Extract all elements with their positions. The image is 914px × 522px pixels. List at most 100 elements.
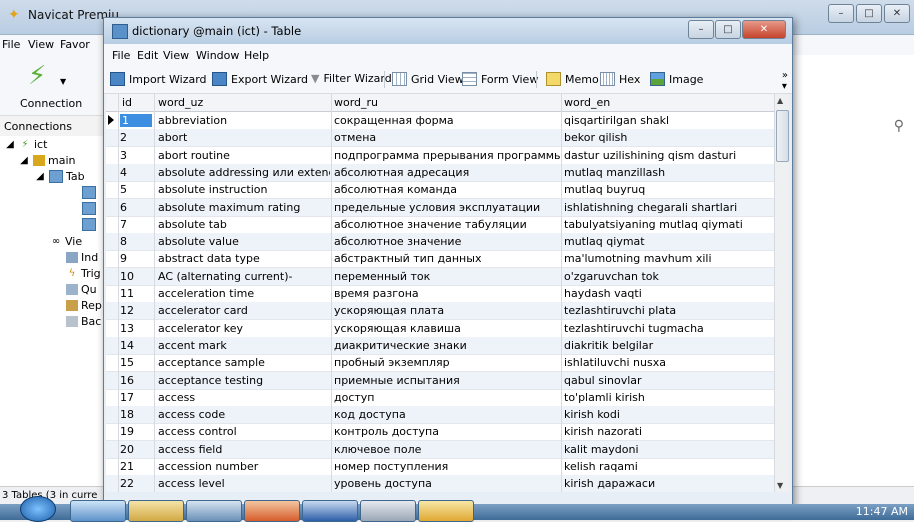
cell-id[interactable]: 21: [120, 460, 150, 473]
cell-word-en[interactable]: mutlaq buyruq: [564, 183, 764, 196]
paint-taskbar-icon[interactable]: [360, 500, 416, 522]
cell-word-en[interactable]: haydash vaqti: [564, 287, 764, 300]
column-header-word-en[interactable]: word_en: [564, 96, 610, 109]
table-row[interactable]: 1 abbreviation сокращенная форма qisqartiri…: [106, 112, 774, 130]
cell-id[interactable]: 12: [120, 304, 150, 317]
close-button[interactable]: ✕: [742, 20, 786, 39]
hex-button[interactable]: Hex: [600, 72, 640, 86]
tree-item-indexes[interactable]: Ind: [66, 251, 98, 264]
tree-item-tables[interactable]: ◢ Tab: [34, 170, 85, 183]
table-row[interactable]: 13 accelerator key ускоряющая клавиша tezla…: [106, 320, 774, 338]
cell-id[interactable]: 18: [120, 408, 150, 421]
table-row[interactable]: 6 absolute maximum rating предельные услов…: [106, 198, 774, 217]
cell-word-uz[interactable]: absolute addressing или extended a: [158, 166, 330, 179]
cell-word-uz[interactable]: absolute maximum rating: [158, 201, 330, 214]
tree-item-table[interactable]: [82, 186, 96, 199]
connection-button-label[interactable]: Connection: [20, 97, 82, 110]
table-row[interactable]: 15 acceptance sample пробный экземпляр ishl…: [106, 354, 774, 373]
filter-wizard-button[interactable]: ▼ Filter Wizard: [311, 72, 392, 85]
cell-id[interactable]: 13: [120, 322, 150, 335]
cell-word-ru[interactable]: переменный ток: [334, 270, 560, 283]
cell-id[interactable]: 3: [120, 149, 150, 162]
cell-word-uz[interactable]: access: [158, 391, 330, 404]
cell-word-ru[interactable]: ключевое поле: [334, 443, 560, 456]
cell-id[interactable]: 11: [120, 287, 150, 300]
tree-item-table[interactable]: [82, 202, 96, 215]
menu-favorites[interactable]: Favor: [60, 38, 90, 51]
cell-word-uz[interactable]: access field: [158, 443, 330, 456]
menu-window[interactable]: Window: [196, 49, 239, 62]
cell-word-en[interactable]: diakritik belgilar: [564, 339, 764, 352]
minimize-button[interactable]: –: [828, 4, 854, 23]
table-titlebar[interactable]: dictionary @main (ict) - Table – □ ✕: [104, 18, 792, 44]
cell-word-uz[interactable]: abort: [158, 131, 330, 144]
table-row[interactable]: 11 acceleration time время разгона haydash …: [106, 285, 774, 303]
cell-word-ru[interactable]: ускоряющая плата: [334, 304, 560, 317]
search-icon[interactable]: ⚲: [894, 118, 904, 134]
ie-taskbar-icon[interactable]: [70, 500, 126, 522]
cell-id[interactable]: 1: [120, 114, 152, 127]
cell-word-ru[interactable]: номер поступления: [334, 460, 560, 473]
table-row[interactable]: 4 absolute addressing или extended a абсол…: [106, 163, 774, 182]
table-row[interactable]: 2 abort отмена bekor qilish: [106, 129, 774, 148]
cell-word-uz[interactable]: AC (alternating current)-: [158, 270, 330, 283]
cell-id[interactable]: 2: [120, 131, 150, 144]
cell-id[interactable]: 14: [120, 339, 150, 352]
taskbar-clock[interactable]: 11:47 AM: [856, 505, 908, 518]
table-row[interactable]: 18 access code код доступа kirish kodi: [106, 406, 774, 425]
connection-icon[interactable]: ⚡: [28, 61, 58, 91]
form-view-button[interactable]: Form View: [462, 72, 538, 86]
cell-id[interactable]: 19: [120, 425, 150, 438]
cell-word-en[interactable]: kalit maydoni: [564, 443, 764, 456]
chrome-taskbar-icon[interactable]: [244, 500, 300, 522]
menu-view[interactable]: View: [28, 38, 54, 51]
cell-id[interactable]: 4: [120, 166, 150, 179]
cell-word-en[interactable]: kirish kodi: [564, 408, 764, 421]
cell-word-uz[interactable]: absolute tab: [158, 218, 330, 231]
cell-word-ru[interactable]: диакритические знаки: [334, 339, 560, 352]
column-header-word-ru[interactable]: word_ru: [334, 96, 378, 109]
cell-id[interactable]: 7: [120, 218, 150, 231]
chevron-down-icon[interactable]: ▼: [60, 77, 66, 86]
cell-word-ru[interactable]: отмена: [334, 131, 560, 144]
cell-word-ru[interactable]: абсолютное значение табуляции: [334, 218, 560, 231]
expand-arrow-icon[interactable]: ◢: [18, 155, 30, 166]
tree-item-ict[interactable]: ◢ ⚡ ict: [4, 138, 47, 151]
table-row[interactable]: 17 access доступ to'plamli kirish: [106, 389, 774, 407]
cell-id[interactable]: 17: [120, 391, 150, 404]
cell-word-ru[interactable]: абсолютная команда: [334, 183, 560, 196]
cell-word-ru[interactable]: пробный экземпляр: [334, 356, 560, 369]
cell-word-uz[interactable]: abstract data type: [158, 252, 330, 265]
tree-item-backups[interactable]: Bac: [66, 315, 101, 328]
expand-arrow-icon[interactable]: ◢: [34, 171, 46, 182]
cell-word-en[interactable]: kelish raqami: [564, 460, 764, 473]
table-row[interactable]: 22 access level уровень доступа kirish дара…: [106, 475, 774, 492]
table-row[interactable]: 21 accession number номер поступления kelis…: [106, 458, 774, 476]
tree-item-reports[interactable]: Rep: [66, 299, 102, 312]
tree-item-queries[interactable]: Qu: [66, 283, 97, 296]
cell-word-en[interactable]: tezlashtiruvchi plata: [564, 304, 764, 317]
navicat-taskbar-icon[interactable]: [418, 500, 474, 522]
cell-word-en[interactable]: ishlatishning chegarali shartlari: [564, 201, 764, 214]
table-row[interactable]: 10 AC (alternating current)- переменный то…: [106, 267, 774, 286]
cell-word-uz[interactable]: accession number: [158, 460, 330, 473]
expand-arrow-icon[interactable]: ◢: [4, 139, 16, 150]
data-grid[interactable]: id word_uz word_ru word_en 1 abbreviation…: [106, 94, 774, 492]
cell-id[interactable]: 5: [120, 183, 150, 196]
cell-word-uz[interactable]: abbreviation: [158, 114, 330, 127]
cell-word-ru[interactable]: абстрактный тип данных: [334, 252, 560, 265]
table-row[interactable]: 3 abort routine подпрограмма прерывания пр…: [106, 147, 774, 165]
cell-word-ru[interactable]: уровень доступа: [334, 477, 560, 490]
cell-word-en[interactable]: bekor qilish: [564, 131, 764, 144]
close-button[interactable]: ✕: [884, 4, 910, 23]
cell-word-en[interactable]: kirish даражаси: [564, 477, 764, 490]
cell-id[interactable]: 10: [120, 270, 150, 283]
cell-word-en[interactable]: kirish nazorati: [564, 425, 764, 438]
cell-id[interactable]: 9: [120, 252, 150, 265]
cell-word-en[interactable]: to'plamli kirish: [564, 391, 764, 404]
vertical-scrollbar[interactable]: ▲ ▼: [774, 94, 789, 492]
cell-word-uz[interactable]: accelerator card: [158, 304, 330, 317]
cell-word-ru[interactable]: приемные испытания: [334, 374, 560, 387]
cell-word-ru[interactable]: предельные условия эксплуатации: [334, 201, 560, 214]
column-header-id[interactable]: id: [122, 96, 132, 109]
